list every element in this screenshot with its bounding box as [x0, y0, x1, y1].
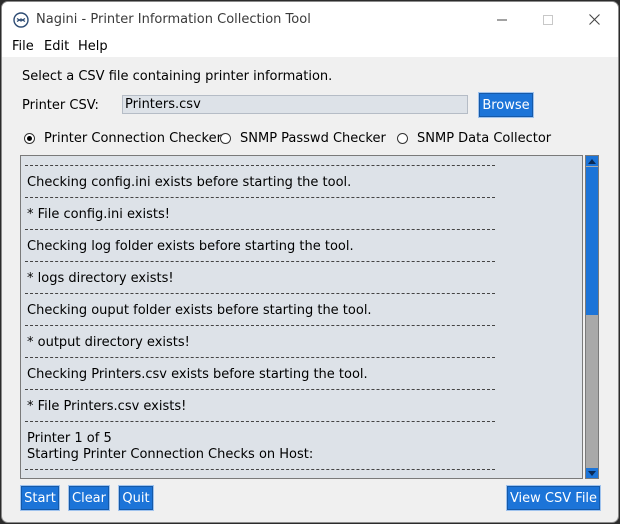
menu-help[interactable]: Help [78, 39, 108, 54]
log-line: Printer 1 of 5 [27, 431, 112, 446]
printer-csv-label: Printer CSV: [22, 98, 99, 113]
close-icon [588, 14, 600, 25]
menu-edit[interactable]: Edit [44, 39, 69, 54]
log-line: Checking ouput folder exists before star… [27, 303, 372, 318]
log-line: Checking Printers.csv exists before star… [27, 367, 368, 382]
arrow-up-icon [588, 158, 596, 164]
log-separator [25, 229, 495, 230]
arrow-down-icon [588, 470, 596, 476]
log-separator [25, 469, 495, 470]
window-title: Nagini - Printer Information Collection … [36, 12, 311, 27]
title-bar[interactable]: Nagini - Printer Information Collection … [2, 2, 618, 37]
log-separator [25, 261, 495, 262]
python-app-icon [13, 12, 29, 28]
app-window: Nagini - Printer Information Collection … [1, 1, 619, 523]
minimize-icon [497, 19, 507, 20]
scroll-down-button[interactable] [586, 468, 598, 478]
log-separator [25, 197, 495, 198]
log-line: Checking log folder exists before starti… [27, 239, 354, 254]
radio-printer-connection-checker[interactable]: Printer Connection Checker [24, 129, 222, 147]
log-separator [25, 325, 495, 326]
menu-file[interactable]: File [12, 39, 34, 54]
radio-snmp-passwd-checker[interactable]: SNMP Passwd Checker [220, 129, 386, 147]
log-separator [25, 389, 495, 390]
log-scrollbar[interactable] [585, 155, 599, 479]
maximize-button[interactable] [525, 2, 571, 37]
radio-unselected-icon[interactable] [220, 132, 231, 144]
radio-label: Printer Connection Checker [44, 130, 222, 146]
log-line: * File config.ini exists! [27, 207, 170, 222]
log-line: Checking config.ini exists before starti… [27, 175, 352, 190]
log-separator [25, 357, 495, 358]
scroll-up-button[interactable] [586, 156, 598, 166]
log-line: Starting Printer Connection Checks on Ho… [27, 447, 314, 462]
scroll-thumb[interactable] [586, 167, 598, 315]
log-separator [25, 421, 495, 422]
start-button[interactable]: Start [20, 485, 60, 511]
log-line: * logs directory exists! [27, 271, 174, 286]
radio-unselected-icon[interactable] [397, 132, 408, 144]
instructions-text: Select a CSV file containing printer inf… [22, 69, 333, 84]
log-output-text-area[interactable]: Checking config.ini exists before starti… [20, 155, 583, 479]
browse-button[interactable]: Browse [478, 92, 534, 118]
log-line: * output directory exists! [27, 335, 190, 350]
radio-label: SNMP Passwd Checker [240, 130, 386, 146]
clear-button[interactable]: Clear [68, 485, 110, 511]
close-button[interactable] [571, 2, 617, 37]
log-separator [25, 165, 495, 166]
radio-selected-icon[interactable] [24, 132, 35, 144]
radio-label: SNMP Data Collector [417, 130, 552, 146]
quit-button[interactable]: Quit [118, 485, 154, 511]
radio-snmp-data-collector[interactable]: SNMP Data Collector [397, 129, 551, 147]
view-csv-file-button[interactable]: View CSV File [506, 485, 601, 511]
printer-csv-input[interactable] [122, 95, 468, 114]
log-separator [25, 293, 495, 294]
minimize-button[interactable] [479, 2, 525, 37]
menu-bar: File Edit Help [2, 37, 618, 57]
log-line: * File Printers.csv exists! [27, 399, 187, 414]
maximize-icon [543, 14, 553, 25]
